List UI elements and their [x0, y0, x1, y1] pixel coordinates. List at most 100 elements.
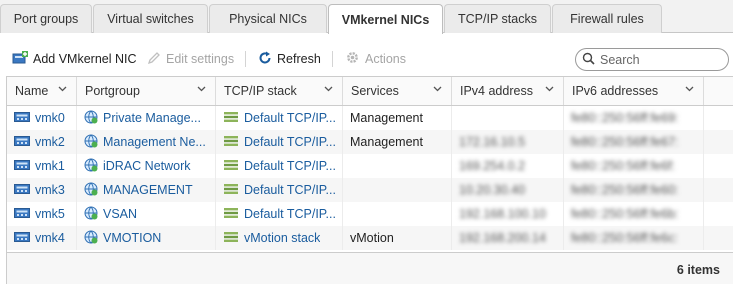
cell-ipv4: 192.168.200.14	[452, 226, 564, 250]
tab-label: Firewall rules	[570, 12, 644, 26]
chevron-down-icon[interactable]	[433, 86, 442, 92]
cell-ipv4: 169.254.0.2	[452, 154, 564, 178]
portgroup-icon	[84, 134, 98, 151]
cell-portgroup[interactable]: VMOTION	[77, 226, 216, 250]
actions-button[interactable]: Actions	[345, 48, 406, 70]
add-vmkernel-nic-button[interactable]: Add VMkernel NIC	[12, 48, 137, 70]
chevron-down-icon[interactable]	[545, 86, 554, 92]
nic-name-link[interactable]: vmk2	[35, 135, 65, 149]
tab-virtual-switches[interactable]: Virtual switches	[93, 4, 208, 33]
services-text: Management	[350, 111, 423, 125]
table-row[interactable]: vmk0 Private Manage... Default TCP/IP... Ma…	[7, 106, 733, 130]
vmkernel-nic-icon	[14, 135, 30, 150]
portgroup-link[interactable]: VMOTION	[103, 231, 161, 245]
column-header-tcpip-stack[interactable]: TCP/IP stack	[216, 77, 343, 105]
tcpip-stack-icon	[223, 231, 239, 246]
portgroup-link[interactable]: Private Manage...	[103, 111, 201, 125]
chevron-down-icon[interactable]	[324, 86, 333, 92]
nic-name-link[interactable]: vmk3	[35, 183, 65, 197]
cell-name[interactable]: vmk0	[7, 106, 77, 130]
table-row[interactable]: vmk1 iDRAC Network Default TCP/IP... 169.25…	[7, 154, 733, 178]
tab-firewall-rules[interactable]: Firewall rules	[552, 4, 662, 33]
portgroup-link[interactable]: iDRAC Network	[103, 159, 191, 173]
ipv4-address: 192.168.200.14	[459, 231, 546, 245]
table-row[interactable]: vmk4 VMOTION vMotion stack vMotion 192.168.2…	[7, 226, 733, 250]
cell-tcpip-stack[interactable]: Default TCP/IP...	[216, 106, 343, 130]
table-footer: 6 items	[7, 252, 733, 284]
cell-tcpip-stack[interactable]: Default TCP/IP...	[216, 202, 343, 226]
nic-name-link[interactable]: vmk1	[35, 159, 65, 173]
tab-port-groups[interactable]: Port groups	[0, 4, 92, 33]
ipv6-address: fe80::250:56ff:fe69:	[571, 111, 679, 125]
cell-ipv4: 192.168.100.10	[452, 202, 564, 226]
cell-ipv6: fe80::250:56ff:fe6b:	[564, 202, 704, 226]
cell-name[interactable]: vmk5	[7, 202, 77, 226]
cell-portgroup[interactable]: Private Manage...	[77, 106, 216, 130]
column-title: TCP/IP stack	[224, 84, 297, 98]
tab-bar: Port groups Virtual switches Physical NI…	[0, 0, 733, 34]
refresh-icon	[258, 51, 272, 68]
portgroup-link[interactable]: MANAGEMENT	[103, 183, 193, 197]
portgroup-link[interactable]: VSAN	[103, 207, 137, 221]
nic-name-link[interactable]: vmk4	[35, 231, 65, 245]
cell-tcpip-stack[interactable]: vMotion stack	[216, 226, 343, 250]
item-count: 6 items	[676, 263, 720, 277]
column-header-portgroup[interactable]: Portgroup	[77, 77, 216, 105]
tcpip-stack-link[interactable]: Default TCP/IP...	[244, 135, 336, 149]
tcpip-stack-icon	[223, 135, 239, 150]
tab-label: VMkernel NICs	[341, 12, 430, 27]
tcpip-stack-link[interactable]: Default TCP/IP...	[244, 183, 336, 197]
cell-portgroup[interactable]: VSAN	[77, 202, 216, 226]
column-title: Name	[15, 84, 49, 98]
cell-ipv6: fe80::250:56ff:fe6c:	[564, 226, 704, 250]
column-header-services[interactable]: Services	[343, 77, 452, 105]
cell-portgroup[interactable]: Management Ne...	[77, 130, 216, 154]
cell-portgroup[interactable]: iDRAC Network	[77, 154, 216, 178]
tab-tcpip-stacks[interactable]: TCP/IP stacks	[444, 4, 551, 33]
tcpip-stack-link[interactable]: Default TCP/IP...	[244, 159, 336, 173]
table-row[interactable]: vmk3 MANAGEMENT Default TCP/IP... 10.20.30.…	[7, 178, 733, 202]
cell-name[interactable]: vmk2	[7, 130, 77, 154]
tab-vmkernel-nics[interactable]: VMkernel NICs	[328, 4, 443, 34]
column-header-ipv4[interactable]: IPv4 address	[452, 77, 564, 105]
cell-portgroup[interactable]: MANAGEMENT	[77, 178, 216, 202]
tcpip-stack-icon	[223, 183, 239, 198]
refresh-button[interactable]: Refresh	[258, 48, 321, 70]
nic-name-link[interactable]: vmk0	[35, 111, 65, 125]
table-row[interactable]: vmk2 Management Ne... Default TCP/IP... Man…	[7, 130, 733, 154]
tcpip-stack-link[interactable]: vMotion stack	[244, 231, 320, 245]
toolbar-divider	[332, 51, 333, 67]
cell-name[interactable]: vmk4	[7, 226, 77, 250]
cell-services: vMotion	[343, 226, 452, 250]
column-header-ipv6[interactable]: IPv6 addresses	[564, 77, 704, 105]
portgroup-link[interactable]: Management Ne...	[103, 135, 206, 149]
nic-name-link[interactable]: vmk5	[35, 207, 65, 221]
chevron-down-icon[interactable]	[58, 86, 67, 92]
vmkernel-nic-icon	[14, 111, 30, 126]
cell-tcpip-stack[interactable]: Default TCP/IP...	[216, 178, 343, 202]
ipv4-address: 172.16.10.5	[459, 135, 526, 149]
cell-name[interactable]: vmk3	[7, 178, 77, 202]
ipv6-address: fe80::250:56ff:fe6c:	[571, 231, 678, 245]
search-input[interactable]	[600, 52, 720, 67]
edit-settings-label: Edit settings	[166, 52, 235, 66]
vmkernel-nic-icon	[14, 183, 30, 198]
cell-ipv4: 10.20.30.40	[452, 178, 564, 202]
table-header: Name Portgroup TCP/IP stack Services IPv…	[7, 77, 733, 106]
chevron-down-icon[interactable]	[685, 86, 694, 92]
cell-tcpip-stack[interactable]: Default TCP/IP...	[216, 130, 343, 154]
table-row[interactable]: vmk5 VSAN Default TCP/IP... 192.168.100.10 f…	[7, 202, 733, 226]
tab-physical-nics[interactable]: Physical NICs	[209, 4, 327, 33]
tcpip-stack-icon	[223, 159, 239, 174]
column-header-name[interactable]: Name	[7, 77, 77, 105]
portgroup-icon	[84, 158, 98, 175]
chevron-down-icon[interactable]	[197, 86, 206, 92]
cell-name[interactable]: vmk1	[7, 154, 77, 178]
cell-services: Management	[343, 106, 452, 130]
ipv4-address: 169.254.0.2	[459, 159, 526, 173]
ipv6-address: fe80::250:56ff:fe67:	[571, 135, 679, 149]
tcpip-stack-link[interactable]: Default TCP/IP...	[244, 111, 336, 125]
edit-settings-button[interactable]: Edit settings	[147, 48, 234, 70]
cell-tcpip-stack[interactable]: Default TCP/IP...	[216, 154, 343, 178]
tcpip-stack-link[interactable]: Default TCP/IP...	[244, 207, 336, 221]
